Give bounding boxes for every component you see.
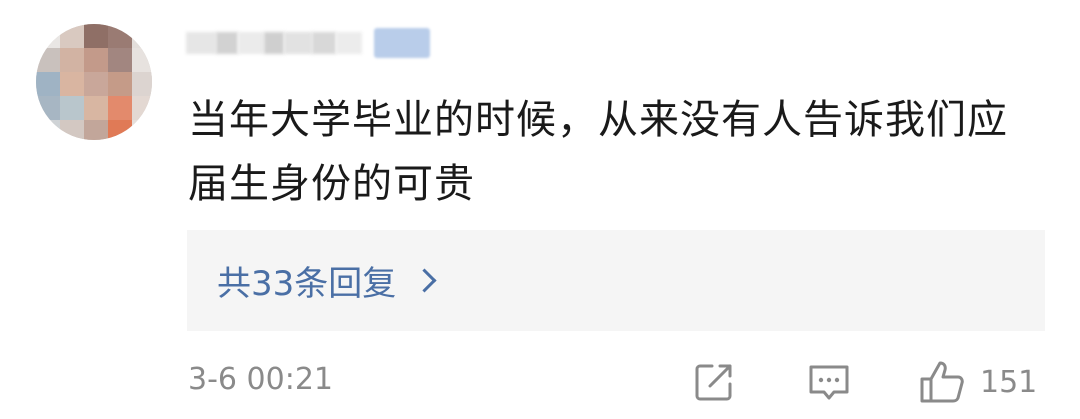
share-icon [692, 360, 736, 404]
username-mosaic [216, 32, 238, 54]
username-mosaic [264, 32, 284, 54]
user-badge [374, 28, 430, 58]
username-mosaic [336, 32, 362, 54]
replies-box[interactable]: 共33条回复 [187, 230, 1045, 331]
username-mosaic [186, 32, 216, 54]
avatar[interactable] [36, 24, 152, 140]
comment-text: 当年大学毕业的时候，从来没有人告诉我们应届生身份的可贵 [188, 97, 1008, 207]
reply-button[interactable] [806, 360, 852, 404]
chevron-right-icon [412, 268, 437, 293]
username-mosaic [238, 32, 264, 54]
username-mosaic [312, 32, 336, 54]
replies-link[interactable]: 共33条回复 [217, 230, 437, 331]
like-button[interactable]: 151 [918, 360, 1037, 404]
replies-link-label: 共33条回复 [217, 264, 397, 304]
username-blurred[interactable] [186, 27, 436, 59]
comment-icon [806, 360, 852, 404]
thumbs-up-icon [918, 359, 966, 405]
comment-item: 当年大学毕业的时候，从来没有人告诉我们应届生身份的可贵 共33条回复 3-6 0… [0, 0, 1080, 419]
username-mosaic [284, 32, 312, 54]
share-button[interactable] [692, 360, 736, 404]
like-count: 151 [980, 364, 1038, 400]
timestamp: 3-6 00:21 [188, 362, 333, 397]
